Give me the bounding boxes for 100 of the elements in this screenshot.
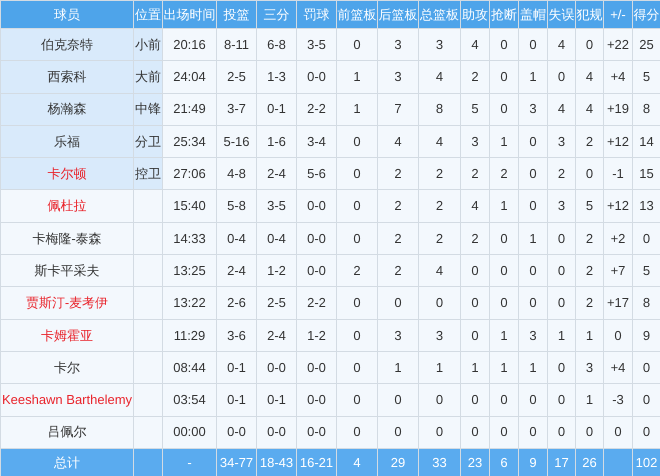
- player-name-cell: 卡梅隆-泰森: [0, 222, 134, 255]
- player-name-cell: 贾斯汀-麦考伊: [0, 286, 134, 320]
- table-cell: 0-1: [216, 384, 256, 416]
- table-cell: 0-1: [256, 384, 296, 416]
- table-cell: 0-1: [256, 93, 296, 126]
- table-cell: 3: [518, 93, 548, 126]
- table-cell: 2: [418, 190, 460, 222]
- table-cell: 0-0: [296, 416, 336, 448]
- table-cell: 1: [490, 319, 518, 352]
- player-name-cell: Keeshawn Barthelemy: [0, 384, 134, 416]
- player-name-cell: 卡尔顿: [0, 158, 134, 190]
- table-cell: +12: [604, 190, 632, 222]
- table-cell: 小前: [134, 28, 162, 61]
- table-cell: 4: [418, 60, 460, 94]
- table-cell: 1-3: [256, 60, 296, 94]
- table-cell: 2-2: [296, 286, 336, 320]
- table-cell: 2: [378, 190, 418, 222]
- table-cell: 5: [576, 190, 604, 222]
- table-cell: 0: [548, 416, 576, 448]
- table-cell: 大前: [134, 60, 162, 94]
- table-cell: 分卫: [134, 125, 162, 158]
- table-cell: 2: [460, 60, 490, 94]
- table-cell: 3: [378, 60, 418, 94]
- table-cell: 0: [604, 319, 632, 352]
- table-cell: 0-0: [216, 416, 256, 448]
- table-cell: 3: [378, 319, 418, 352]
- table-cell: 3-6: [216, 319, 256, 352]
- table-cell: 0: [418, 286, 460, 320]
- table-cell: 13:22: [162, 286, 216, 320]
- table-cell: 0: [576, 416, 604, 448]
- table-cell: 0-0: [296, 384, 336, 416]
- table-cell: 2-2: [296, 93, 336, 126]
- table-cell: 0: [418, 384, 460, 416]
- player-name-cell: 卡姆霍亚: [0, 319, 134, 352]
- table-cell: 3: [418, 319, 460, 352]
- table-cell: 4: [576, 60, 604, 94]
- table-cell: 0: [378, 286, 418, 320]
- table-cell: 03:54: [162, 384, 216, 416]
- table-cell: 4: [576, 93, 604, 126]
- table-cell: 0: [518, 190, 548, 222]
- table-cell: 3: [518, 319, 548, 352]
- table-cell: 2-5: [256, 286, 296, 320]
- table-cell: 0: [336, 190, 378, 222]
- table-cell: 0: [518, 416, 548, 448]
- table-cell: 0: [548, 384, 576, 416]
- table-cell: 1: [336, 93, 378, 126]
- table-cell: 1: [576, 384, 604, 416]
- player-name-cell: 佩杜拉: [0, 190, 134, 222]
- table-cell: 0-0: [256, 416, 296, 448]
- table-cell: 中锋: [134, 93, 162, 126]
- table-cell: 4: [460, 190, 490, 222]
- table-cell: 4: [548, 93, 576, 126]
- table-cell: 1: [490, 190, 518, 222]
- table-cell: 0: [490, 286, 518, 320]
- table-cell: 总计: [0, 448, 134, 476]
- table-cell: 0: [548, 60, 576, 94]
- table-cell: 0: [518, 286, 548, 320]
- player-name-cell: 乐福: [0, 125, 134, 158]
- player-name-cell: 吕佩尔: [0, 416, 134, 448]
- table-cell: 0: [460, 416, 490, 448]
- table-cell: 5: [460, 93, 490, 126]
- table-cell: 0: [460, 319, 490, 352]
- table-cell: 0: [490, 384, 518, 416]
- table-cell: 0: [548, 286, 576, 320]
- table-cell: 0: [518, 384, 548, 416]
- table-cell: 0: [336, 319, 378, 352]
- table-cell: 0: [460, 384, 490, 416]
- table-cell: 控卫: [134, 158, 162, 190]
- table-cell: 1: [548, 319, 576, 352]
- table-cell: 0: [604, 416, 632, 448]
- table-cell: 0: [336, 286, 378, 320]
- table-cell: 0: [490, 93, 518, 126]
- table-cell: 2-4: [256, 319, 296, 352]
- player-name-cell: 斯卡平采夫: [0, 254, 134, 287]
- table-cell: 5-8: [216, 190, 256, 222]
- table-cell: 0-0: [296, 190, 336, 222]
- table-cell: 00:00: [162, 416, 216, 448]
- player-name-cell: 西索科: [0, 60, 134, 94]
- table-cell: 3-7: [216, 93, 256, 126]
- table-cell: 15:40: [162, 190, 216, 222]
- table-cell: 1: [576, 319, 604, 352]
- table-cell: 1: [336, 60, 378, 94]
- table-cell: 0-0: [296, 60, 336, 94]
- table-cell: 0: [460, 286, 490, 320]
- player-name-cell: 杨瀚森: [0, 93, 134, 126]
- table-cell: 24:04: [162, 60, 216, 94]
- table-cell: 0: [378, 384, 418, 416]
- table-cell: 11:29: [162, 319, 216, 352]
- table-cell: +4: [604, 60, 632, 94]
- table-cell: 0: [378, 416, 418, 448]
- table-cell: +19: [604, 93, 632, 126]
- player-name-cell: 卡尔: [0, 351, 134, 384]
- table-cell: 3: [548, 190, 576, 222]
- table-cell: 21:49: [162, 93, 216, 126]
- table-cell: 0: [490, 416, 518, 448]
- table-cell: 2-5: [216, 60, 256, 94]
- table-cell: -3: [604, 384, 632, 416]
- table-cell: 2: [576, 286, 604, 320]
- table-cell: 1: [518, 60, 548, 94]
- table-cell: 7: [378, 93, 418, 126]
